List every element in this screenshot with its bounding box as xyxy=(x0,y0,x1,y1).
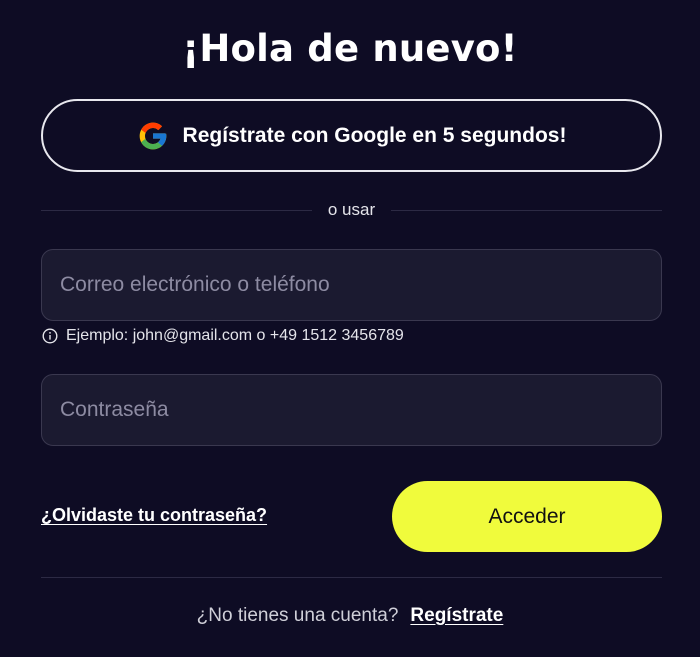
login-button[interactable]: Acceder xyxy=(392,481,662,552)
page-title: ¡Hola de nuevo! xyxy=(182,27,518,70)
google-signup-button[interactable]: Regístrate con Google en 5 segundos! xyxy=(41,99,662,172)
email-hint: Ejemplo: john@gmail.com o +49 1512 34567… xyxy=(42,327,404,345)
forgot-password-link[interactable]: ¿Olvidaste tu contraseña? xyxy=(41,505,267,526)
email-hint-text: Ejemplo: john@gmail.com o +49 1512 34567… xyxy=(66,327,404,344)
login-panel: ¡Hola de nuevo! Regístrate con Google en… xyxy=(0,0,700,657)
footer-divider xyxy=(41,577,662,578)
email-input[interactable] xyxy=(42,250,661,320)
divider-line-left xyxy=(41,209,312,211)
or-divider: o usar xyxy=(41,198,662,222)
google-logo-icon xyxy=(139,122,166,149)
signup-link[interactable]: Regístrate xyxy=(410,605,503,627)
info-icon xyxy=(42,328,58,344)
divider-line-right xyxy=(391,209,662,211)
divider-text: o usar xyxy=(327,200,376,219)
google-signup-label: Regístrate con Google en 5 segundos! xyxy=(182,123,567,147)
email-field-wrapper xyxy=(41,249,662,321)
password-input[interactable] xyxy=(42,375,661,445)
signup-prompt: ¿No tienes una cuenta? Regístrate xyxy=(0,605,700,627)
password-field-wrapper xyxy=(41,374,662,446)
signup-question: ¿No tienes una cuenta? xyxy=(196,605,399,626)
